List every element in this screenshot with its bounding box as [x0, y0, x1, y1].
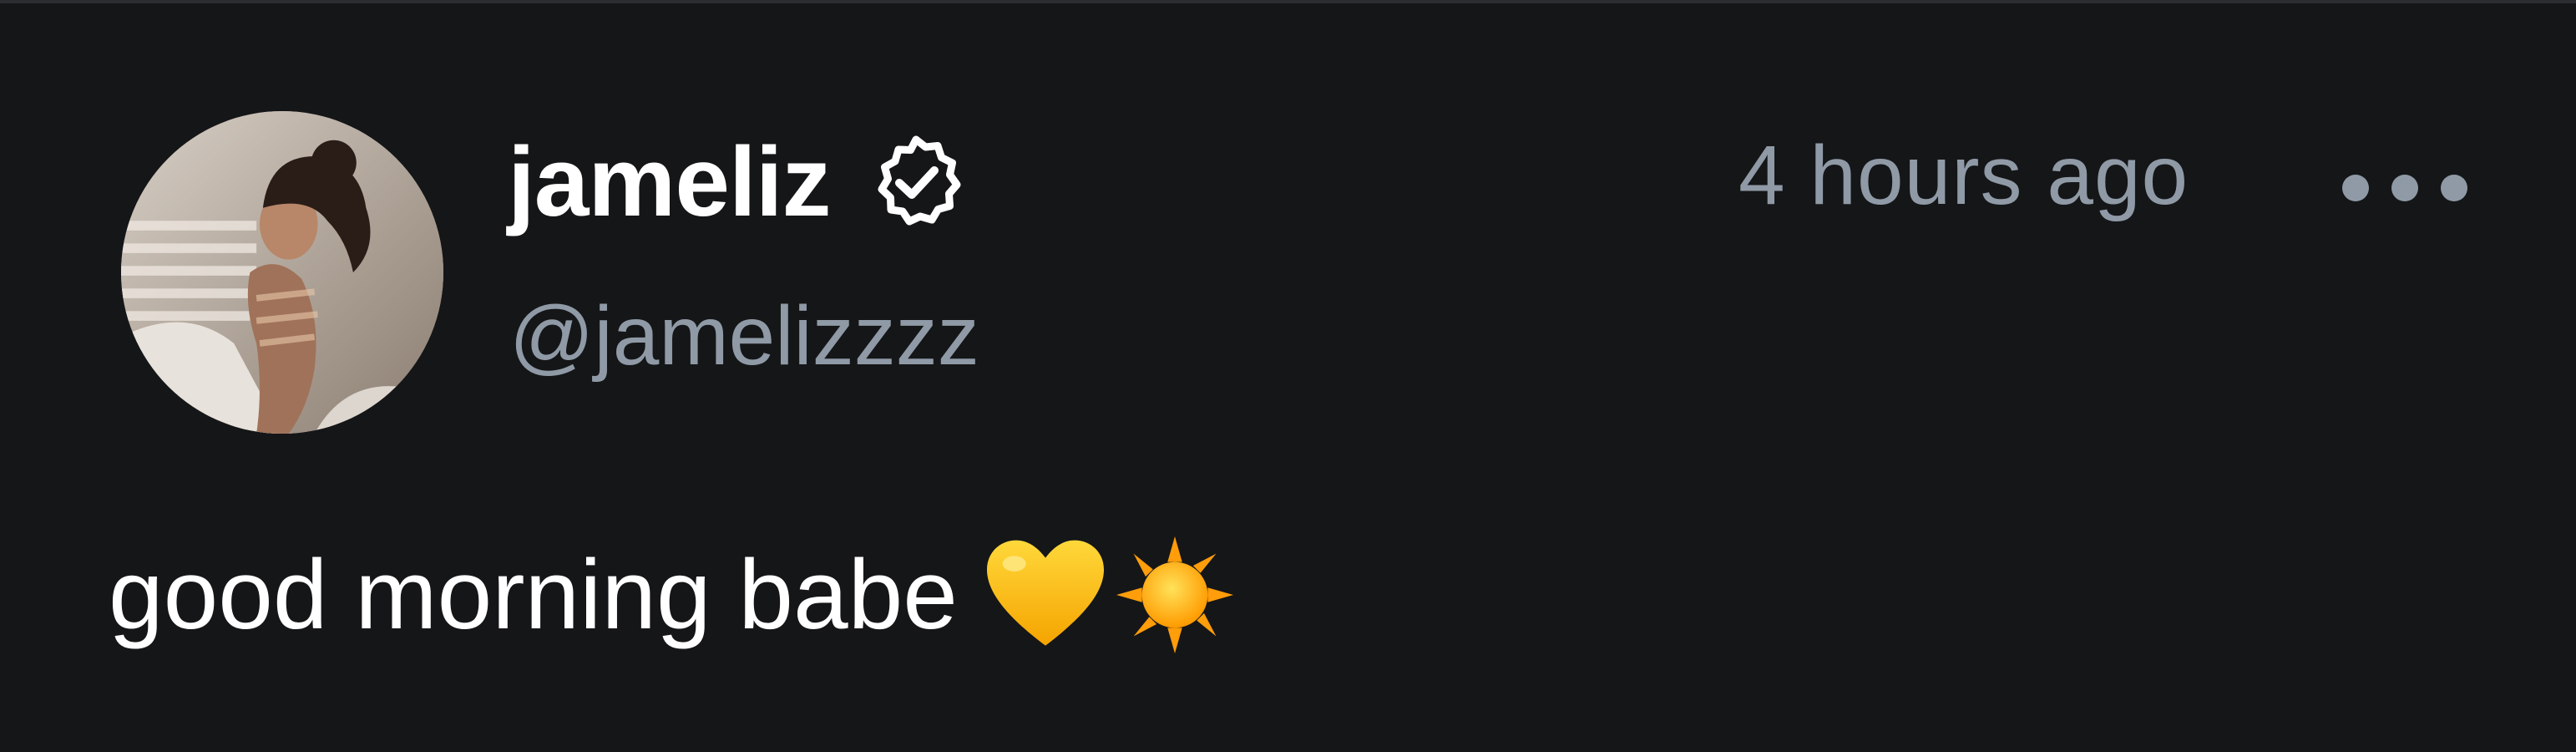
post-body: good morning babe [109, 536, 1233, 653]
user-handle[interactable]: @jamelizzzz [509, 294, 979, 378]
more-horizontal-icon [2391, 175, 2418, 201]
verified-badge-icon [866, 132, 966, 232]
post-text: good morning babe [109, 540, 958, 650]
more-horizontal-icon [2441, 175, 2467, 201]
sun-icon [1116, 536, 1233, 653]
author-name-row: jameliz [508, 124, 966, 241]
post-card: jameliz @jamelizzzz 4 hours ago good mor… [0, 0, 2576, 752]
display-name[interactable]: jameliz [508, 133, 832, 231]
avatar-photo [121, 111, 443, 434]
more-options-button[interactable] [2342, 159, 2467, 217]
yellow-heart-icon [983, 536, 1108, 653]
more-horizontal-icon [2342, 175, 2369, 201]
avatar[interactable] [121, 111, 443, 434]
post-timestamp: 4 hours ago [1738, 129, 2189, 222]
